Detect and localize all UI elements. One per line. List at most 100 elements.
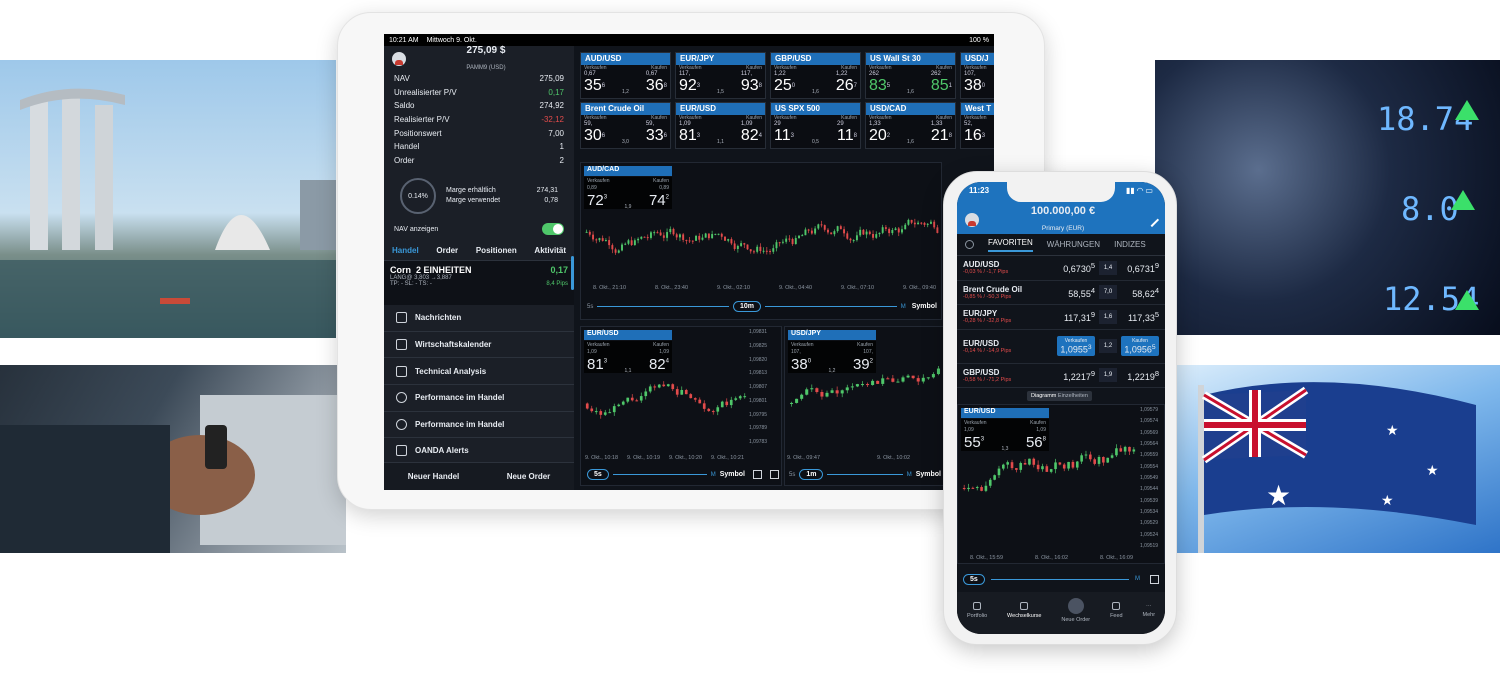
watchlist-row[interactable]: AUD/USD -0,03 % / -1,7 Pips 0,67305 1,4 0… <box>957 256 1165 281</box>
rate-tile[interactable]: US Wall St 30 Verkaufen Kaufen 262 835 1,6… <box>865 52 956 99</box>
sell-price[interactable]: 380 <box>791 356 811 374</box>
sell-price[interactable]: 0,67305 <box>1057 261 1095 274</box>
symbol-button[interactable]: Symbol <box>912 303 937 310</box>
tab-order[interactable]: Order <box>436 246 458 255</box>
sell-button[interactable]: Verkaufen 1,09553 <box>1057 335 1095 357</box>
nav-neue-order[interactable]: Neue Order <box>1061 597 1090 623</box>
tooltip-diagramm[interactable]: Diagramm <box>1031 393 1056 399</box>
crosshair-icon[interactable] <box>753 470 762 479</box>
sell-price[interactable]: 553 <box>964 434 984 452</box>
buy-price[interactable]: 1,33 218 <box>931 121 952 145</box>
symbol-button[interactable]: Symbol <box>916 471 941 478</box>
tab-indizes[interactable]: INDIZES <box>1114 240 1146 249</box>
rate-tile[interactable]: US SPX 500 Verkaufen Kaufen 29 113 0,5 29 1… <box>770 102 861 149</box>
sidebar-scrollbar[interactable] <box>571 256 574 290</box>
new-order-button[interactable]: Neue Order <box>507 472 551 481</box>
interval-pill[interactable]: 1m <box>799 469 824 480</box>
nav-feed[interactable]: Feed <box>1110 601 1123 619</box>
zoom-slider[interactable] <box>990 578 1129 580</box>
chart-details-tooltip[interactable]: Diagramm Einzelheiten <box>1027 391 1092 401</box>
sell-price[interactable]: 1,09 813 <box>679 121 700 145</box>
chart-pair[interactable]: EUR/USD <box>961 408 1049 418</box>
sell-price[interactable]: 29 113 <box>774 121 794 145</box>
menu-item-performance-1[interactable]: Performance im Handel <box>384 385 574 412</box>
rate-tile[interactable]: West T Verkaufen 52, 163 <box>960 102 994 149</box>
symbol-button[interactable]: Symbol <box>720 471 745 478</box>
chart-eur-usd[interactable]: EUR/USD Verkaufen Kaufen 1,09 1,09 813 1,1 8… <box>580 326 782 486</box>
search-icon[interactable] <box>965 240 974 249</box>
sell-price[interactable]: 813 <box>587 356 607 374</box>
buy-price[interactable]: 392 <box>853 356 873 374</box>
buy-price[interactable]: 1,09 824 <box>741 121 762 145</box>
buy-price[interactable]: 58,624 <box>1121 286 1159 299</box>
interval-pill[interactable]: 5s <box>587 469 609 480</box>
watchlist-row[interactable]: GBP/USD -0,58 % / -71,2 Pips 1,22179 1,9 … <box>957 364 1165 388</box>
menu-item-technical-analysis[interactable]: Technical Analysis <box>384 358 574 385</box>
sell-price[interactable]: 117,319 <box>1057 310 1095 323</box>
tab-waehrungen[interactable]: WÄHRUNGEN <box>1047 240 1100 249</box>
buy-price[interactable]: 117, 938 <box>741 71 762 95</box>
rate-tile[interactable]: AUD/USD Verkaufen Kaufen 0,67 356 1,2 0,67… <box>580 52 671 99</box>
chart-aud-cad[interactable]: AUD/CAD Verkaufen Kaufen 0,89 0,89 723 1,9 7… <box>580 162 942 320</box>
fullscreen-icon[interactable] <box>770 470 779 479</box>
account-header[interactable]: 275,09 $ PAMM9 (USD) <box>384 45 574 72</box>
zoom-slider[interactable] <box>612 474 707 475</box>
buy-price[interactable]: 1,22198 <box>1121 369 1159 382</box>
watchlist-row[interactable]: Brent Crude Oil -0,85 % / -50,3 Pips 58,5… <box>957 281 1165 305</box>
buy-price[interactable]: 824 <box>649 356 669 374</box>
sell-price[interactable]: 52, 163 <box>964 121 985 145</box>
rate-tile[interactable]: USD/J Verkaufen 107, 380 <box>960 52 994 99</box>
menu-item-nachrichten[interactable]: Nachrichten <box>384 305 574 332</box>
nav-wechselkurse[interactable]: Wechselkurse <box>1007 601 1042 619</box>
new-trade-button[interactable]: Neuer Handel <box>408 472 460 481</box>
fullscreen-icon[interactable] <box>1150 574 1159 584</box>
sell-price[interactable]: 1,33 202 <box>869 121 890 145</box>
chart-pair[interactable]: USD/JPY <box>788 330 876 340</box>
rate-tile[interactable]: EUR/USD Verkaufen Kaufen 1,09 813 1,1 1,09… <box>675 102 766 149</box>
tab-positionen[interactable]: Positionen <box>476 246 517 255</box>
buy-price[interactable]: 1,22 267 <box>836 71 857 95</box>
interval-pill[interactable]: 5s <box>963 573 985 585</box>
zoom-slider[interactable] <box>597 306 730 307</box>
watchlist-row[interactable]: EUR/JPY -0,28 % / -32,8 Pips 117,319 1,6 … <box>957 305 1165 330</box>
menu-item-oanda-alerts[interactable]: OANDA Alerts <box>384 438 574 465</box>
sell-price[interactable]: 1,22179 <box>1057 369 1095 382</box>
tab-favoriten[interactable]: FAVORITEN <box>988 238 1033 252</box>
buy-price[interactable]: 742 <box>649 192 669 210</box>
sell-price[interactable]: 58,554 <box>1057 286 1095 299</box>
sell-price[interactable]: 59, 306 <box>584 121 605 145</box>
buy-button[interactable]: Kaufen 1,09565 <box>1121 335 1159 357</box>
chart-pair[interactable]: AUD/CAD <box>584 166 672 176</box>
sell-price[interactable]: 0,67 356 <box>584 71 605 95</box>
buy-price[interactable]: 117,335 <box>1121 310 1159 323</box>
rate-tile[interactable]: EUR/JPY Verkaufen Kaufen 117, 923 1,5 117,… <box>675 52 766 99</box>
menu-item-performance-2[interactable]: Performance im Handel <box>384 412 574 439</box>
open-trade-row[interactable]: Corn 2 EINHEITEN 0,17 LANG@ 3,803 →3,887 … <box>384 261 574 306</box>
buy-price[interactable]: 568 <box>1026 434 1046 452</box>
nav-toggle-switch[interactable] <box>542 223 564 236</box>
chart-usd-jpy[interactable]: USD/JPY Verkaufen Kaufen 107, 107, 380 1,2 3… <box>784 326 944 486</box>
sell-price[interactable]: 262 835 <box>869 71 890 95</box>
chart-pair[interactable]: EUR/USD <box>584 330 672 340</box>
tab-handel[interactable]: Handel <box>392 246 419 255</box>
sell-price[interactable]: 117, 923 <box>679 71 700 95</box>
rate-tile[interactable]: Brent Crude Oil Verkaufen Kaufen 59, 306 3… <box>580 102 671 149</box>
rate-tile[interactable]: USD/CAD Verkaufen Kaufen 1,33 202 1,6 1,33… <box>865 102 956 149</box>
buy-price[interactable]: 59, 336 <box>646 121 667 145</box>
menu-item-wirtschaftskalender[interactable]: Wirtschaftskalender <box>384 332 574 359</box>
nav-portfolio[interactable]: Portfolio <box>967 601 987 619</box>
rate-tile[interactable]: GBP/USD Verkaufen Kaufen 1,22 250 1,6 1,22… <box>770 52 861 99</box>
buy-price[interactable]: 29 118 <box>837 121 857 145</box>
zoom-slider[interactable] <box>827 474 903 475</box>
sell-price[interactable]: 723 <box>587 192 607 210</box>
edit-icon[interactable] <box>1144 212 1160 228</box>
zoom-slider-track[interactable] <box>765 306 897 307</box>
phone-chart-eur-usd[interactable]: EUR/USD Verkaufen Kaufen 1,09 1,09 553 1,3 5… <box>957 404 1165 564</box>
tab-aktivitaet[interactable]: Aktivität <box>534 246 566 255</box>
tooltip-einzelheiten[interactable]: Einzelheiten <box>1058 393 1088 399</box>
buy-price[interactable]: 0,67319 <box>1121 261 1159 274</box>
sell-price[interactable]: 1,22 250 <box>774 71 795 95</box>
buy-price[interactable]: 262 851 <box>931 71 952 95</box>
nav-mehr[interactable]: ··· Mehr <box>1143 603 1156 618</box>
interval-pill[interactable]: 10m <box>733 301 762 312</box>
